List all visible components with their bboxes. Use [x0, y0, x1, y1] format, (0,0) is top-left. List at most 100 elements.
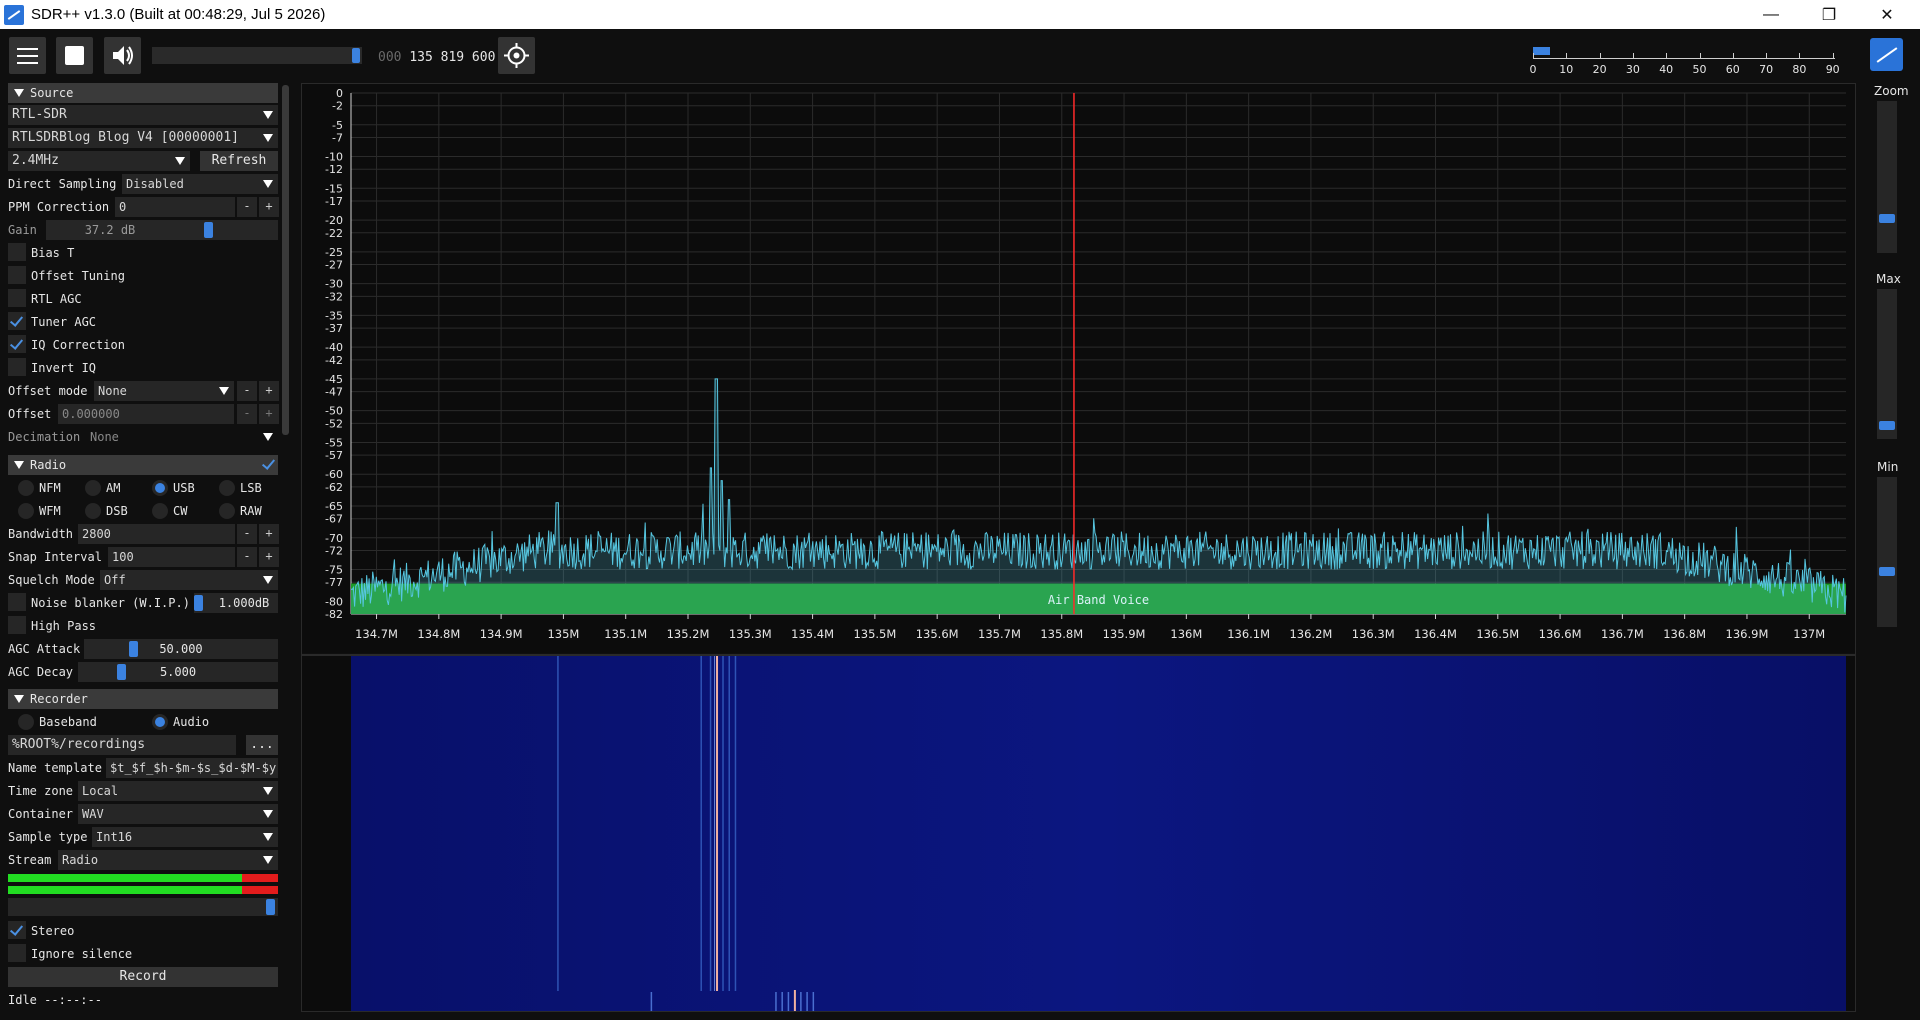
decimation-select[interactable]: None: [86, 427, 278, 447]
snap-input[interactable]: 100: [108, 547, 235, 567]
name-template-input[interactable]: $t_$f_$h-$m-$s_$d-$M-$y: [106, 758, 278, 778]
ppm-minus-button[interactable]: -: [237, 197, 257, 217]
high-pass-checkbox[interactable]: [8, 616, 26, 634]
noise-blanker-row[interactable]: Noise blanker (W.I.P.) 1.000dB: [8, 593, 278, 613]
audio-radio[interactable]: [152, 714, 168, 730]
high-pass-row[interactable]: High Pass: [8, 616, 278, 636]
iq-correction-row[interactable]: IQ Correction: [8, 335, 278, 355]
source-header[interactable]: Source: [8, 83, 278, 103]
mode-dsb-radio[interactable]: [85, 503, 101, 519]
bias-t-checkbox[interactable]: [8, 243, 26, 261]
frequency-value[interactable]: 135 819 600: [409, 50, 495, 65]
min-slider-grab[interactable]: [1879, 567, 1895, 576]
zoom-slider-grab[interactable]: [1879, 214, 1895, 223]
invert-iq-checkbox[interactable]: [8, 358, 26, 376]
agc-decay-grab[interactable]: [117, 664, 126, 680]
offset-mode-plus-button[interactable]: +: [259, 381, 279, 401]
offset-minus-button[interactable]: -: [237, 404, 257, 424]
stereo-checkbox[interactable]: [8, 921, 26, 939]
mode-cw-radio[interactable]: [152, 503, 168, 519]
mode-nfm-radio[interactable]: [18, 480, 34, 496]
bandwidth-minus-button[interactable]: -: [237, 524, 257, 544]
record-volume-grab[interactable]: [266, 899, 275, 915]
samplerate-select[interactable]: 2.4MHz: [8, 151, 190, 171]
mode-usb-radio[interactable]: [152, 480, 168, 496]
waterfall-plot[interactable]: [302, 656, 1855, 1011]
source-type-select[interactable]: RTL-SDR: [8, 105, 278, 125]
device-select[interactable]: RTLSDRBlog Blog V4 [00000001]: [8, 128, 278, 148]
bandwidth-input[interactable]: 2800: [78, 524, 235, 544]
snap-minus-button[interactable]: -: [237, 547, 257, 567]
tuner-agc-row[interactable]: Tuner AGC: [8, 312, 278, 332]
agc-attack-row: AGC Attack 50.000: [8, 639, 278, 659]
tuner-agc-checkbox[interactable]: [8, 312, 26, 330]
zoom-slider[interactable]: [1877, 101, 1897, 253]
rtl-agc-checkbox[interactable]: [8, 289, 26, 307]
sample-type-select[interactable]: Int16: [92, 827, 278, 847]
bias-t-row[interactable]: Bias T: [8, 243, 278, 263]
record-button[interactable]: Record: [8, 967, 278, 987]
max-slider[interactable]: [1877, 289, 1897, 439]
waterfall-burst-trace: [787, 992, 790, 1011]
offset-input[interactable]: 0.000000: [58, 404, 234, 424]
radio-enabled-checkbox[interactable]: [260, 455, 278, 473]
app-logo-button[interactable]: [1870, 38, 1903, 71]
mode-am-radio[interactable]: [85, 480, 101, 496]
rtl-agc-row[interactable]: RTL AGC: [8, 289, 278, 309]
volume-grab[interactable]: [352, 48, 360, 63]
max-slider-grab[interactable]: [1879, 421, 1895, 430]
waterfall-burst-trace: [781, 992, 783, 1011]
sidebar-scrollbar[interactable]: [282, 85, 289, 435]
waterfall-panel[interactable]: [301, 655, 1856, 1012]
browse-button[interactable]: ...: [246, 735, 278, 755]
stop-button[interactable]: [56, 37, 93, 74]
noise-blanker-value: 1.000dB: [218, 596, 270, 610]
recorder-header[interactable]: Recorder: [8, 689, 278, 709]
invert-iq-row[interactable]: Invert IQ: [8, 358, 278, 378]
maximize-button[interactable]: ❐: [1800, 0, 1858, 29]
offset-tuning-checkbox[interactable]: [8, 266, 26, 284]
menu-button[interactable]: [9, 37, 46, 74]
gain-slider-grab[interactable]: [204, 222, 213, 238]
bandwidth-plus-button[interactable]: +: [259, 524, 279, 544]
ignore-silence-row[interactable]: Ignore silence: [8, 944, 278, 964]
snap-plus-button[interactable]: +: [259, 547, 279, 567]
ppm-input[interactable]: 0: [115, 197, 235, 217]
ppm-plus-button[interactable]: +: [259, 197, 279, 217]
radio-header[interactable]: Radio: [8, 455, 278, 475]
mute-button[interactable]: [104, 37, 141, 74]
volume-slider[interactable]: [152, 47, 362, 64]
agc-attack-grab[interactable]: [129, 641, 138, 657]
center-tuning-button[interactable]: [498, 37, 535, 74]
record-volume-slider[interactable]: [8, 898, 278, 916]
gain-slider[interactable]: 37.2 dB: [46, 220, 278, 240]
close-button[interactable]: ✕: [1858, 0, 1916, 29]
recording-path-input[interactable]: %ROOT%/recordings: [8, 735, 236, 755]
minimize-button[interactable]: —: [1742, 0, 1800, 29]
offset-plus-button[interactable]: +: [259, 404, 279, 424]
noise-blanker-slider[interactable]: 1.000dB: [194, 593, 278, 613]
stream-select[interactable]: Radio: [58, 850, 278, 870]
direct-sampling-select[interactable]: Disabled: [122, 174, 278, 194]
mode-wfm-radio[interactable]: [18, 503, 34, 519]
mode-lsb-radio[interactable]: [219, 480, 235, 496]
mode-raw-radio[interactable]: [219, 503, 235, 519]
timezone-select[interactable]: Local: [78, 781, 278, 801]
sample-type-row: Sample type Int16: [8, 827, 278, 847]
stereo-row[interactable]: Stereo: [8, 921, 278, 941]
iq-correction-checkbox[interactable]: [8, 335, 26, 353]
agc-attack-slider[interactable]: 50.000: [84, 639, 278, 659]
agc-decay-slider[interactable]: 5.000: [78, 662, 278, 682]
refresh-button[interactable]: Refresh: [200, 151, 278, 171]
noise-blanker-checkbox[interactable]: [8, 593, 26, 611]
squelch-select[interactable]: Off: [100, 570, 278, 590]
offset-tuning-row[interactable]: Offset Tuning: [8, 266, 278, 286]
container-select[interactable]: WAV: [78, 804, 278, 824]
min-slider[interactable]: [1877, 477, 1897, 627]
offset-mode-minus-button[interactable]: -: [237, 381, 257, 401]
frequency-display[interactable]: 000 135 819 600: [378, 50, 495, 65]
offset-mode-select[interactable]: None: [94, 381, 234, 401]
ignore-silence-checkbox[interactable]: [8, 944, 26, 962]
audio-label: Audio: [173, 715, 210, 729]
baseband-radio[interactable]: [18, 714, 34, 730]
